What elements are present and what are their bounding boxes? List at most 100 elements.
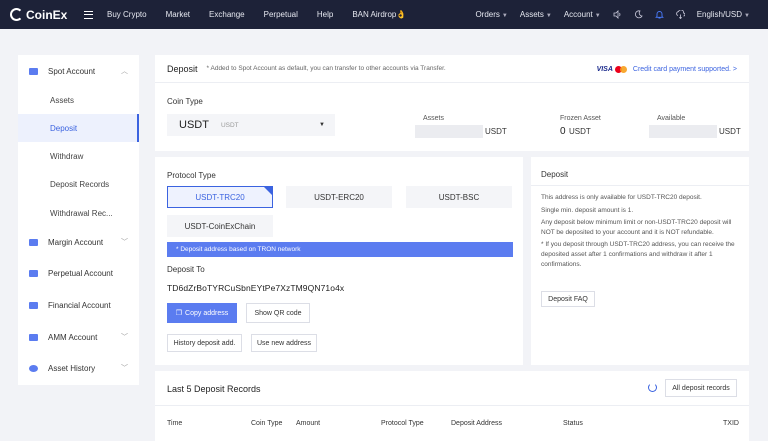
use-new-address-button[interactable]: Use new address <box>251 334 317 352</box>
history-icon <box>29 364 38 372</box>
nav-assets[interactable]: Assets ▼ <box>520 10 552 19</box>
sidebar-item-deposit-records[interactable]: Deposit Records <box>18 170 139 198</box>
nav-assets-label: Assets <box>519 10 544 19</box>
sidebar-item-withdrawal-records[interactable]: Withdrawal Rec... <box>18 199 139 227</box>
protocol-option-bsc[interactable]: USDT-BSC <box>406 186 512 208</box>
chevron-down-icon: ▼ <box>594 13 601 19</box>
nav-buy-crypto[interactable]: Buy Crypto <box>107 10 147 19</box>
protocol-option-erc20[interactable]: USDT-ERC20 <box>286 186 392 208</box>
chevron-down-icon: ﹀ <box>121 334 128 341</box>
info-line-2: Single min. deposit amount is 1. <box>541 207 634 214</box>
nav-perpetual[interactable]: Perpetual <box>264 10 298 19</box>
protocol-option-trc20[interactable]: USDT-TRC20 <box>167 186 273 208</box>
coinex-logo-icon <box>10 8 23 21</box>
download-app-icon[interactable] <box>675 10 685 19</box>
assets-value-masked <box>415 125 483 138</box>
available-unit: USDT <box>719 127 741 136</box>
divider <box>155 405 749 406</box>
visa-logo: VISA <box>596 65 613 73</box>
column-header-time: Time <box>167 420 183 427</box>
protocol-type-label: Protocol Type <box>167 171 216 180</box>
assets-unit: USDT <box>485 127 507 136</box>
coin-type-select[interactable]: USDT USDT ▼ <box>167 114 335 136</box>
menu-icon[interactable] <box>84 10 93 19</box>
sound-icon[interactable] <box>613 10 622 19</box>
sidebar-item-label: Financial Account <box>48 300 111 310</box>
history-deposit-address-button[interactable]: History deposit add. <box>167 334 242 352</box>
chevron-down-icon: ﹀ <box>121 365 128 372</box>
sidebar-item-spot-account[interactable]: Spot Account ︿ <box>18 57 139 85</box>
sidebar-item-asset-history[interactable]: Asset History ﹀ <box>18 354 139 382</box>
nav-orders-label: Orders <box>475 10 500 19</box>
sidebar-item-margin-account[interactable]: Margin Account ﹀ <box>18 228 139 256</box>
chevron-down-icon: ▼ <box>744 13 750 19</box>
logo[interactable]: CoinEx <box>10 8 74 22</box>
coin-selected: USDT <box>179 119 209 131</box>
nav-language[interactable]: English/USD ▼ <box>697 10 750 19</box>
info-line-1: This address is only available for USDT-… <box>541 194 702 201</box>
assets-label: Assets <box>423 115 445 122</box>
protocol-option-coinexchain[interactable]: USDT-CoinExChain <box>167 215 273 237</box>
protocol-option-label: USDT-ERC20 <box>314 192 364 202</box>
sidebar: Spot Account ︿ Assets Deposit Withdraw D… <box>18 55 139 385</box>
deposit-note: * Added to Spot Account as default, you … <box>206 65 446 72</box>
credit-card-link-label: Credit card payment supported. > <box>632 65 737 73</box>
protocol-panel: Protocol Type USDT-TRC20 USDT-ERC20 USDT… <box>155 157 523 365</box>
divider <box>531 185 749 186</box>
sidebar-item-label: Asset History <box>48 363 96 373</box>
all-deposit-records-button[interactable]: All deposit records <box>665 379 737 397</box>
frozen-asset-label: Frozen Asset <box>560 115 601 122</box>
chevron-down-icon: ﹀ <box>121 239 128 246</box>
sidebar-item-label: Margin Account <box>48 237 104 247</box>
sidebar-item-withdraw[interactable]: Withdraw <box>18 142 139 170</box>
copy-address-button[interactable]: ❐ Copy address <box>167 303 237 323</box>
records-title: Last 5 Deposit Records <box>167 384 261 394</box>
show-qr-button[interactable]: Show QR code <box>246 303 310 323</box>
deposit-panel: Deposit * Added to Spot Account as defau… <box>155 55 749 151</box>
margin-icon <box>29 238 38 246</box>
frozen-asset-value: 0 <box>560 126 566 137</box>
mastercard-icon <box>614 65 627 73</box>
chevron-up-icon: ︿ <box>121 68 128 75</box>
nav-orders[interactable]: Orders ▼ <box>475 10 507 19</box>
coin-subtitle: USDT <box>220 121 239 129</box>
available-label: Available <box>657 115 686 122</box>
nav-market[interactable]: Market <box>166 10 190 19</box>
column-header-deposit-address: Deposit Address <box>451 420 502 427</box>
amm-icon <box>29 333 38 341</box>
deposit-faq-button[interactable]: Deposit FAQ <box>541 291 595 307</box>
frozen-asset-unit: USDT <box>569 127 591 136</box>
nav-left: Buy Crypto Market Exchange Perpetual Hel… <box>107 10 425 19</box>
nav-account-label: Account <box>563 10 593 19</box>
sidebar-item-amm-account[interactable]: AMM Account ﹀ <box>18 323 139 351</box>
copy-icon: ❐ <box>175 310 183 317</box>
nav-exchange[interactable]: Exchange <box>209 10 245 19</box>
logo-text: CoinEx <box>26 7 68 22</box>
protocol-option-label: USDT-CoinExChain <box>184 221 256 231</box>
refresh-icon[interactable] <box>648 383 657 392</box>
deposit-info-panel: Deposit This address is only available f… <box>531 157 749 365</box>
deposit-to-label: Deposit To <box>167 265 205 274</box>
protocol-option-label: USDT-TRC20 <box>195 192 245 202</box>
perpetual-icon <box>29 269 38 277</box>
nav-right: Orders ▼ Assets ▼ Account ▼ English/USD ▼ <box>463 0 750 29</box>
notification-bell-icon[interactable] <box>654 10 664 19</box>
deposit-address: TD6dZrBoTYRCuSbnEYtPe7XzTM9QN71o4x <box>167 283 345 293</box>
nav-ban-airdrop[interactable]: BAN Airdrop👌 <box>352 10 406 19</box>
chevron-down-icon: ▼ <box>501 13 508 19</box>
nav-language-label: English/USD <box>696 10 743 19</box>
sidebar-item-label: Perpetual Account <box>48 268 113 278</box>
sidebar-item-financial-account[interactable]: Financial Account <box>18 291 139 319</box>
sidebar-item-assets[interactable]: Assets <box>18 86 139 114</box>
theme-moon-icon[interactable] <box>634 10 643 19</box>
nav-account[interactable]: Account ▼ <box>564 10 601 19</box>
info-line-4: * If you deposit through USDT-TRC20 addr… <box>541 241 735 268</box>
nav-help[interactable]: Help <box>317 10 333 19</box>
credit-card-link[interactable]: VISA Credit card payment supported. > <box>597 55 737 83</box>
sidebar-item-deposit[interactable]: Deposit <box>18 114 139 142</box>
sidebar-item-perpetual-account[interactable]: Perpetual Account <box>18 259 139 287</box>
network-note-bar: * Deposit address based on TRON network <box>167 242 513 257</box>
sidebar-item-label: Spot Account <box>48 66 96 76</box>
column-header-coin-type: Coin Type <box>251 420 283 427</box>
wallet-icon <box>29 67 38 75</box>
